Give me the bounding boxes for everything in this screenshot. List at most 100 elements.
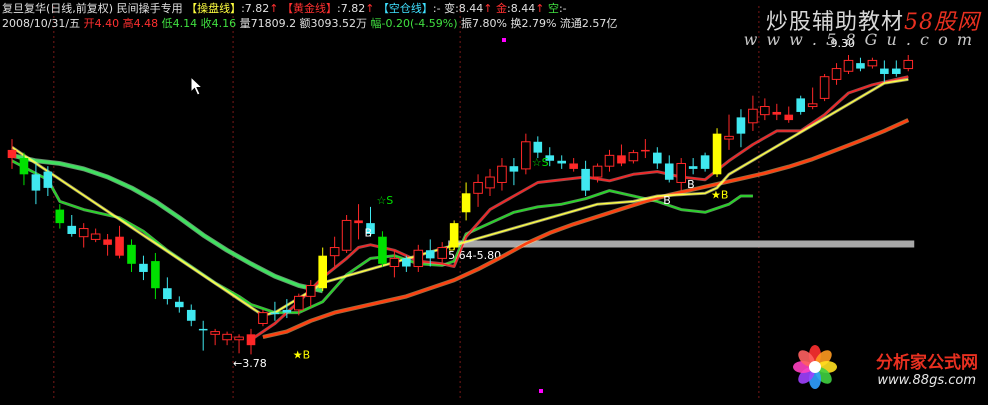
candle-body [676,162,687,183]
header-segment: :7.82 [241,2,270,15]
signal-label: B [448,240,456,253]
watermark-url-58gu: w w w . 5 8 G u . c o m [743,30,974,49]
candle-body [461,193,471,213]
candle-body [186,309,196,321]
candle-body [617,155,626,164]
candle-body [163,288,172,300]
watermark-88gs: 分析家公式网 [876,353,978,373]
indicator-header: 复旦复华(日线,前复权) 民间操手专用 【操盘线】:7.82↑ 【黄金线】:7.… [2,2,567,15]
candle-body [294,295,304,311]
candle-body [67,225,77,234]
candle-body [521,141,531,170]
candle-body [473,181,483,194]
candle-body [90,233,101,240]
candle-body [688,166,698,169]
candle-body [282,309,292,313]
candle-body [222,333,232,341]
header-segment: 金 [496,2,508,15]
candle-body [903,59,914,70]
header-segment: ↑ [365,2,378,15]
candle-body [78,228,89,238]
candle-body [103,239,112,245]
signal-label: ←3.78 [233,357,267,370]
candle-body [796,98,805,112]
candle-body [724,135,734,140]
candle-body [604,154,615,167]
marker-dot [539,389,543,393]
header-segment: 【空仓线】 [377,2,433,15]
candle-body [175,301,184,308]
series-line-orange [262,118,909,339]
header-segment: ↑ [483,2,497,15]
candle-body [31,174,41,191]
candlestick-chart[interactable]: 5.64-5.80←3.78★B☆SBB☆SBB★B9.30 [0,0,988,401]
candle-body [581,168,590,191]
candle-body [653,152,662,164]
chart-canvas[interactable]: 5.64-5.80 ←3.78 ★B ☆S B B ☆S B B ★B 9.30 复旦复华(日线,前… [0,0,988,401]
header-segment: :8.44 [507,2,536,15]
candle-body [329,247,340,257]
candle-body [389,257,400,268]
header-segment: 空 [547,2,559,15]
candle-body [413,249,424,268]
header-segment: :8.44 [455,2,484,15]
candle-body [892,68,901,74]
candle-body [880,68,889,74]
signal-label: B [663,194,671,207]
watermark-url-88gs: www.88gs.com [877,373,976,388]
candle-body [246,334,256,346]
flower-center [809,361,821,373]
candle-body [641,149,650,152]
ohlc-header: 2008/10/31/五 开4.40 高4.48 低4.14 收4.16 量71… [2,17,617,30]
series-line-orange-glow [262,118,910,340]
candle-body [867,59,878,67]
candle-body [55,209,65,224]
candle-body [485,176,495,189]
candle-body [318,255,327,289]
candle-body [592,165,603,178]
candle-body [210,331,220,335]
header-segment: 【黄金线】 [282,2,337,15]
candle-body [856,63,865,69]
header-segment: 复旦复华(日线,前复权) 民间操手专用 [2,2,187,15]
header-segment: 幅-0.20(-4.59%) [370,17,462,30]
candle-body [139,263,148,272]
candle-body [807,103,818,108]
header-segment: 2008/10/31/五 [2,17,84,30]
candle-body [341,219,352,251]
marker-dot [502,38,506,42]
candle-body [772,111,782,115]
candle-body [127,244,136,264]
candle-body [736,117,746,134]
candle-body [831,68,842,80]
header-segment: 量71809.2 额3093.52万 [239,17,371,30]
candle-body [19,158,29,175]
candle-body [115,236,124,256]
candle-body [270,312,280,315]
candle-body [509,166,519,172]
candle-body [354,220,363,224]
candle-body [198,328,208,331]
candle-body [497,165,507,183]
candle-body [843,59,854,72]
candle-body [784,114,794,121]
candle-body [700,155,710,169]
candle-body [378,236,387,264]
header-segment: ↑ [535,2,548,15]
candle-body [557,160,566,164]
signal-label: ★B [293,349,310,362]
candle-body [569,163,578,169]
candle-body [7,149,17,159]
candle-body [258,312,268,324]
signal-label: ☆S [376,194,393,207]
header-segment: ↑ [269,2,282,15]
header-segment: 【操盘线】 [186,2,242,15]
candle-body [43,171,53,188]
candle-body [748,108,758,124]
candle-body [151,261,160,289]
header-segment: 变 [444,2,456,15]
candle-body [819,76,830,99]
signal-label: B [365,227,373,240]
signal-label: ★B [711,189,728,202]
candle-body [533,141,543,153]
